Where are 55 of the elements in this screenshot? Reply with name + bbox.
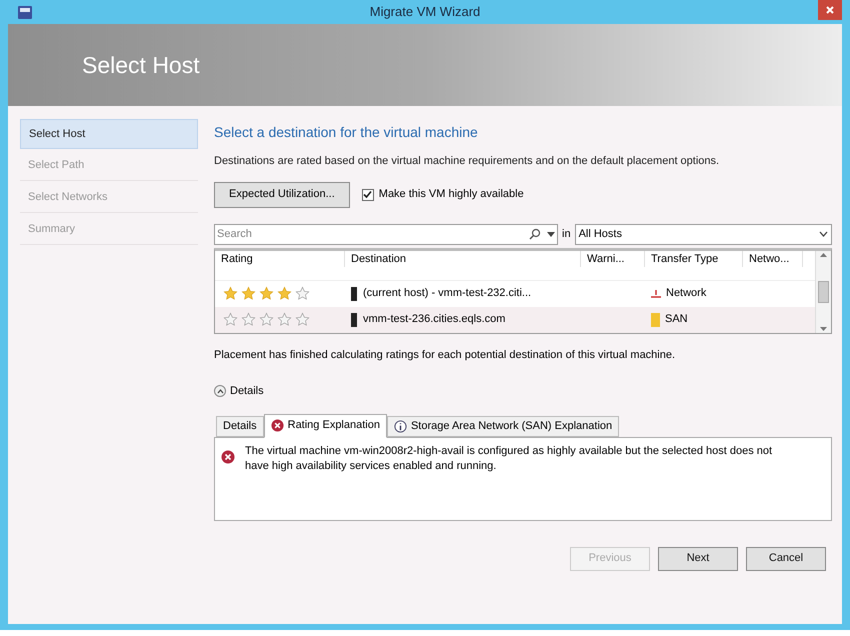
table-cell-text: vmm-test-236.cities.eqls.com	[363, 312, 506, 328]
sidebar-item[interactable]: Select Host	[20, 119, 198, 149]
star-icon	[277, 286, 292, 301]
column-header[interactable]: Destination	[345, 250, 581, 268]
star-icon	[259, 312, 274, 327]
table-row[interactable]: (current host) - vmm-test-232.citi... Network	[215, 280, 815, 306]
section-heading: Select a destination for the virtual machine	[214, 123, 479, 142]
table-row[interactable]: vmm-test-236.cities.eqls.com SAN	[215, 306, 815, 332]
close-button[interactable]	[818, 0, 842, 20]
column-header[interactable]: Rating	[215, 250, 345, 268]
page-title: Select Host	[82, 50, 200, 80]
error-message: The virtual machine vm-win2008r2-high-avail is configured as highly available but the selected host does not have high availability services enabled and running.	[245, 444, 774, 474]
description-text: Destinations are rated based on the virtual machine requirements and on the default placement options.	[214, 154, 720, 169]
star-icon	[295, 286, 310, 301]
status-text: Placement has finished calculating ratings for each potential destination of this virtual machine.	[214, 348, 676, 362]
error-icon	[270, 419, 284, 432]
table-cell-text: SAN	[665, 312, 688, 328]
star-icon	[223, 312, 238, 327]
star-icon	[223, 286, 238, 301]
checkbox[interactable]	[362, 188, 374, 200]
checkbox-label: Make this VM highly available	[378, 187, 524, 202]
close-icon	[826, 6, 834, 14]
column-header[interactable]: Transfer Type	[645, 250, 743, 268]
search-field[interactable]: Search	[214, 224, 558, 244]
collapse-icon[interactable]	[214, 385, 226, 398]
scope-dropdown[interactable]: All Hosts	[574, 224, 832, 244]
star-icon	[277, 312, 292, 327]
scrollbar[interactable]	[815, 250, 831, 332]
error-icon	[221, 450, 235, 464]
star-icon	[241, 312, 256, 327]
info-icon	[394, 420, 407, 432]
tab[interactable]: Storage Area Network (SAN) Explanation	[386, 416, 620, 436]
search-icon	[529, 228, 541, 240]
scroll-down-icon[interactable]	[820, 326, 827, 330]
expected-utilization-button[interactable]: Expected Utilization...	[214, 182, 350, 208]
dropdown-arrow-icon[interactable]	[547, 232, 555, 236]
star-icon	[295, 312, 310, 327]
table-cell-text: (current host) - vmm-test-232.citi...	[363, 286, 532, 302]
tab[interactable]: Rating Explanation	[264, 414, 387, 438]
wizard-button[interactable]: Cancel	[746, 546, 826, 570]
star-icon	[259, 286, 274, 301]
details-toggle-label[interactable]: Details	[230, 383, 264, 400]
scroll-thumb[interactable]	[818, 280, 829, 302]
in-label: in	[562, 226, 571, 242]
wizard-button[interactable]: Next	[658, 546, 738, 570]
table-cell-text: Network	[666, 286, 706, 302]
column-header[interactable]: Netwo...	[743, 250, 803, 268]
column-header[interactable]: Warni...	[581, 250, 645, 268]
network-icon	[651, 290, 661, 298]
window-title: Migrate VM Wizard	[370, 3, 480, 22]
tab[interactable]: Details	[216, 416, 264, 436]
scroll-up-icon[interactable]	[820, 252, 827, 256]
app-icon	[18, 6, 32, 19]
search-input[interactable]: Search	[217, 226, 529, 242]
star-icon	[241, 286, 256, 301]
